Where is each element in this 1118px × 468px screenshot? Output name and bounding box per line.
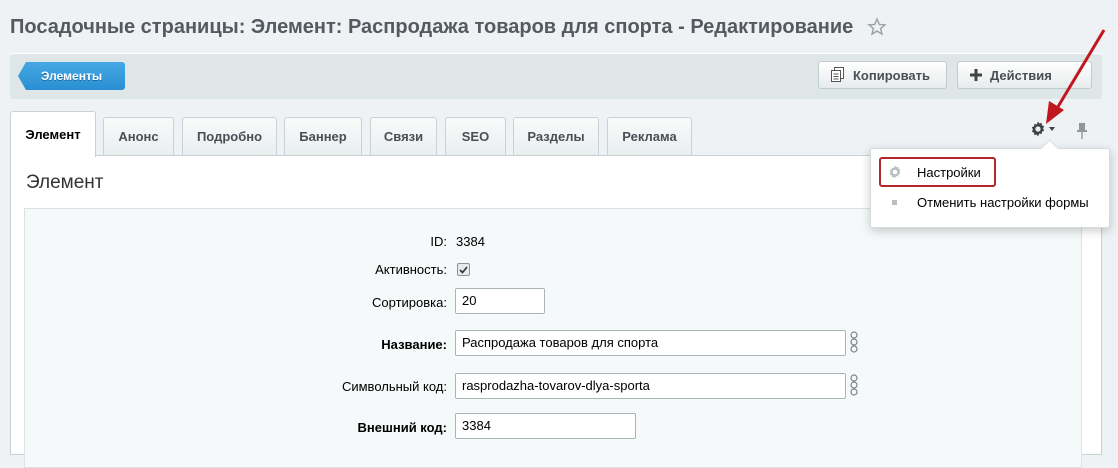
link-translit-icon[interactable] [849, 374, 859, 396]
bullet-icon [892, 199, 897, 205]
section-title: Элемент [26, 172, 104, 193]
tab-ads[interactable]: Реклама [607, 117, 692, 155]
check-icon [459, 265, 468, 274]
tab-seo[interactable]: SEO [445, 117, 506, 155]
sort-input[interactable]: 20 [455, 288, 545, 314]
menu-item-reset-form-label: Отменить настройки формы [917, 194, 1089, 210]
sort-label: Сортировка: [372, 295, 447, 310]
toolbar: Элементы Копировать Действия [10, 53, 1102, 99]
code-label: Символьный код: [341, 379, 447, 394]
id-value: 3384 [456, 234, 485, 249]
tab-banner[interactable]: Баннер [284, 117, 362, 155]
tab-announce[interactable]: Анонс [103, 117, 174, 155]
page-title: Посадочные страницы: Элемент: Распродажа… [10, 15, 854, 38]
plus-icon [970, 69, 982, 81]
id-label: ID: [430, 234, 447, 249]
copy-button[interactable]: Копировать [818, 61, 947, 89]
menu-arrow [1040, 139, 1059, 158]
star-icon[interactable] [867, 17, 888, 37]
xml-id-label: Внешний код: [357, 420, 447, 435]
gear-icon [1031, 121, 1045, 137]
gear-icon [889, 165, 901, 179]
actions-button[interactable]: Действия [957, 61, 1092, 89]
name-input[interactable]: Распродажа товаров для спорта [455, 330, 846, 356]
name-label: Название: [381, 337, 447, 352]
menu-item-reset-form[interactable]: Отменить настройки формы [879, 187, 1089, 217]
tab-sections[interactable]: Разделы [513, 117, 599, 155]
copy-button-label: Копировать [853, 67, 931, 83]
tab-links[interactable]: Связи [370, 117, 437, 155]
form-area: ID: 3384 Активность: Сортировка: 20 Назв… [24, 208, 1082, 468]
settings-gear-button[interactable] [1030, 121, 1055, 137]
copy-icon [831, 67, 844, 82]
menu-item-settings[interactable]: Настройки [879, 157, 996, 187]
tab-element[interactable]: Элемент [10, 111, 96, 157]
actions-button-label: Действия [990, 67, 1052, 83]
elements-back-button[interactable]: Элементы [18, 62, 125, 90]
active-checkbox[interactable] [457, 263, 470, 276]
chevron-down-icon [1049, 127, 1055, 131]
tab-detail[interactable]: Подробно [182, 117, 277, 155]
code-input[interactable]: rasprodazha-tovarov-dlya-sporta [455, 373, 846, 399]
settings-popup-menu: Настройки Отменить настройки формы [870, 139, 1110, 228]
xml-id-input[interactable]: 3384 [455, 413, 636, 439]
pin-icon[interactable] [1075, 122, 1089, 140]
link-translit-icon[interactable] [849, 331, 859, 353]
title-row: Посадочные страницы: Элемент: Распродажа… [10, 10, 888, 44]
menu-item-settings-label: Настройки [917, 164, 981, 180]
active-label: Активность: [375, 262, 447, 277]
